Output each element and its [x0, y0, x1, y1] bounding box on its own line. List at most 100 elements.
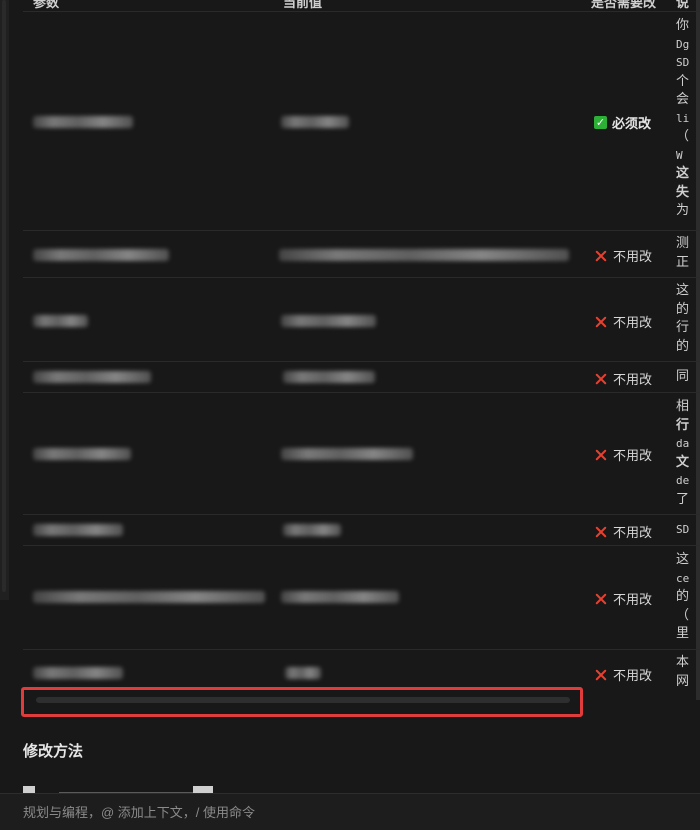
param-cell-redacted [33, 524, 123, 536]
note-line: 这 [676, 166, 690, 181]
left-scrollbar[interactable] [0, 0, 9, 600]
note-cell: 这 的 行 的 [676, 282, 698, 356]
param-cell-redacted [33, 249, 169, 261]
table-row: 不用改 相 行 da 文 de 了 [23, 393, 700, 515]
status-label: 不用改 [613, 669, 653, 684]
note-cell: SD [676, 521, 698, 540]
cross-icon [594, 668, 607, 681]
note-cell: 测 正 [676, 235, 698, 272]
status-badge: 不用改 [594, 369, 652, 388]
left-scrollbar-thumb[interactable] [2, 0, 6, 592]
status-label: 不用改 [613, 449, 653, 464]
chat-input[interactable] [23, 803, 623, 821]
value-cell-redacted [283, 524, 341, 536]
note-cell: 本 网 [676, 654, 698, 690]
cross-icon [594, 448, 607, 461]
value-cell-redacted [281, 591, 399, 603]
cross-icon [594, 249, 607, 262]
cross-icon [594, 315, 607, 328]
value-cell-redacted [285, 667, 321, 679]
status-label: 必须改 [612, 117, 652, 132]
status-badge: ✓ 必须改 [594, 113, 651, 132]
note-line: da [676, 437, 690, 450]
table-row: 不用改 同 [23, 362, 700, 393]
note-line: 网 [676, 673, 690, 689]
header-need-change: 是否需要改 [591, 0, 657, 11]
note-line: 的 [676, 301, 690, 317]
param-cell-redacted [33, 371, 151, 383]
table-row: 不用改 这 ce 的 （ 里 [23, 546, 700, 650]
note-line: de [676, 474, 690, 487]
status-label: 不用改 [613, 526, 653, 541]
note-line: 会 [676, 92, 690, 107]
status-badge: 不用改 [594, 312, 652, 331]
status-badge: 不用改 [594, 445, 652, 464]
param-cell-redacted [33, 591, 265, 603]
note-line: 这 [676, 283, 690, 298]
table-row: 不用改 本 网 [23, 650, 700, 690]
note-line: Dg [676, 37, 690, 51]
note-line: 为 [676, 203, 690, 218]
note-cell: 这 ce 的 （ 里 [676, 551, 698, 644]
param-cell-redacted [33, 315, 88, 327]
param-cell-redacted [33, 448, 131, 460]
note-line: （ [676, 129, 690, 144]
note-cell: 同 [676, 368, 698, 387]
note-line: 的 [676, 338, 690, 354]
status-badge: 不用改 [594, 665, 652, 684]
note-line: 失 [676, 184, 690, 200]
header-param: 参数 [33, 0, 60, 11]
status-label: 不用改 [613, 250, 653, 265]
status-badge: 不用改 [594, 522, 652, 541]
status-badge: 不用改 [594, 589, 652, 608]
status-badge: 不用改 [594, 246, 652, 265]
table-row: 不用改 测 正 [23, 231, 700, 278]
cross-icon [594, 372, 607, 385]
value-cell-redacted [279, 249, 569, 261]
value-cell-redacted [281, 448, 413, 460]
header-note: 说 [676, 0, 690, 11]
table-row: 不用改 SD [23, 515, 700, 546]
header-current-value: 当前值 [283, 0, 323, 11]
note-line: 了 [676, 491, 690, 507]
note-line: 测 [676, 236, 690, 251]
note-line: 这 [676, 552, 690, 567]
cross-icon [594, 525, 607, 538]
check-icon: ✓ [594, 116, 607, 129]
note-cell: 你 Dg SD 个 会 li （ W 这 失 为 [676, 17, 698, 221]
status-label: 不用改 [613, 593, 653, 608]
status-label: 不用改 [613, 316, 653, 331]
cross-icon [594, 592, 607, 605]
parameter-table: 参数 当前值 是否需要改 说 ✓ 必须改 你 Dg SD 个 会 li （ W … [23, 0, 700, 690]
note-line: 文 [676, 454, 690, 470]
note-line: 正 [676, 254, 690, 270]
note-line: SD [676, 56, 690, 69]
table-row: ✓ 必须改 你 Dg SD 个 会 li （ W 这 失 为 [23, 12, 700, 231]
note-line: 行 [676, 417, 690, 433]
table-header: 参数 当前值 是否需要改 说 [23, 0, 700, 12]
note-line: 个 [676, 73, 690, 89]
note-line: 相 [676, 399, 690, 414]
value-cell-redacted [281, 116, 349, 128]
note-line: 同 [676, 369, 690, 384]
note-line: 行 [676, 320, 690, 335]
value-cell-redacted [283, 371, 375, 383]
param-cell-redacted [33, 116, 133, 128]
note-line: li [676, 111, 690, 125]
note-line: ce [676, 571, 690, 585]
section-heading: 修改方法 [23, 742, 84, 760]
note-line: 你 [676, 18, 690, 33]
value-cell-redacted [281, 315, 376, 327]
param-cell-redacted [33, 667, 123, 679]
note-cell: 相 行 da 文 de 了 [676, 398, 698, 509]
note-line: W [676, 148, 683, 162]
note-line: 本 [676, 655, 690, 670]
note-line: 里 [676, 626, 690, 641]
table-row: 不用改 这 的 行 的 [23, 278, 700, 362]
note-line: （ [676, 607, 690, 623]
note-line: SD [676, 523, 690, 536]
note-line: 的 [676, 589, 690, 604]
status-label: 不用改 [613, 373, 653, 388]
scrollbar-highlight-box [21, 687, 583, 717]
chat-input-bar [0, 793, 700, 830]
